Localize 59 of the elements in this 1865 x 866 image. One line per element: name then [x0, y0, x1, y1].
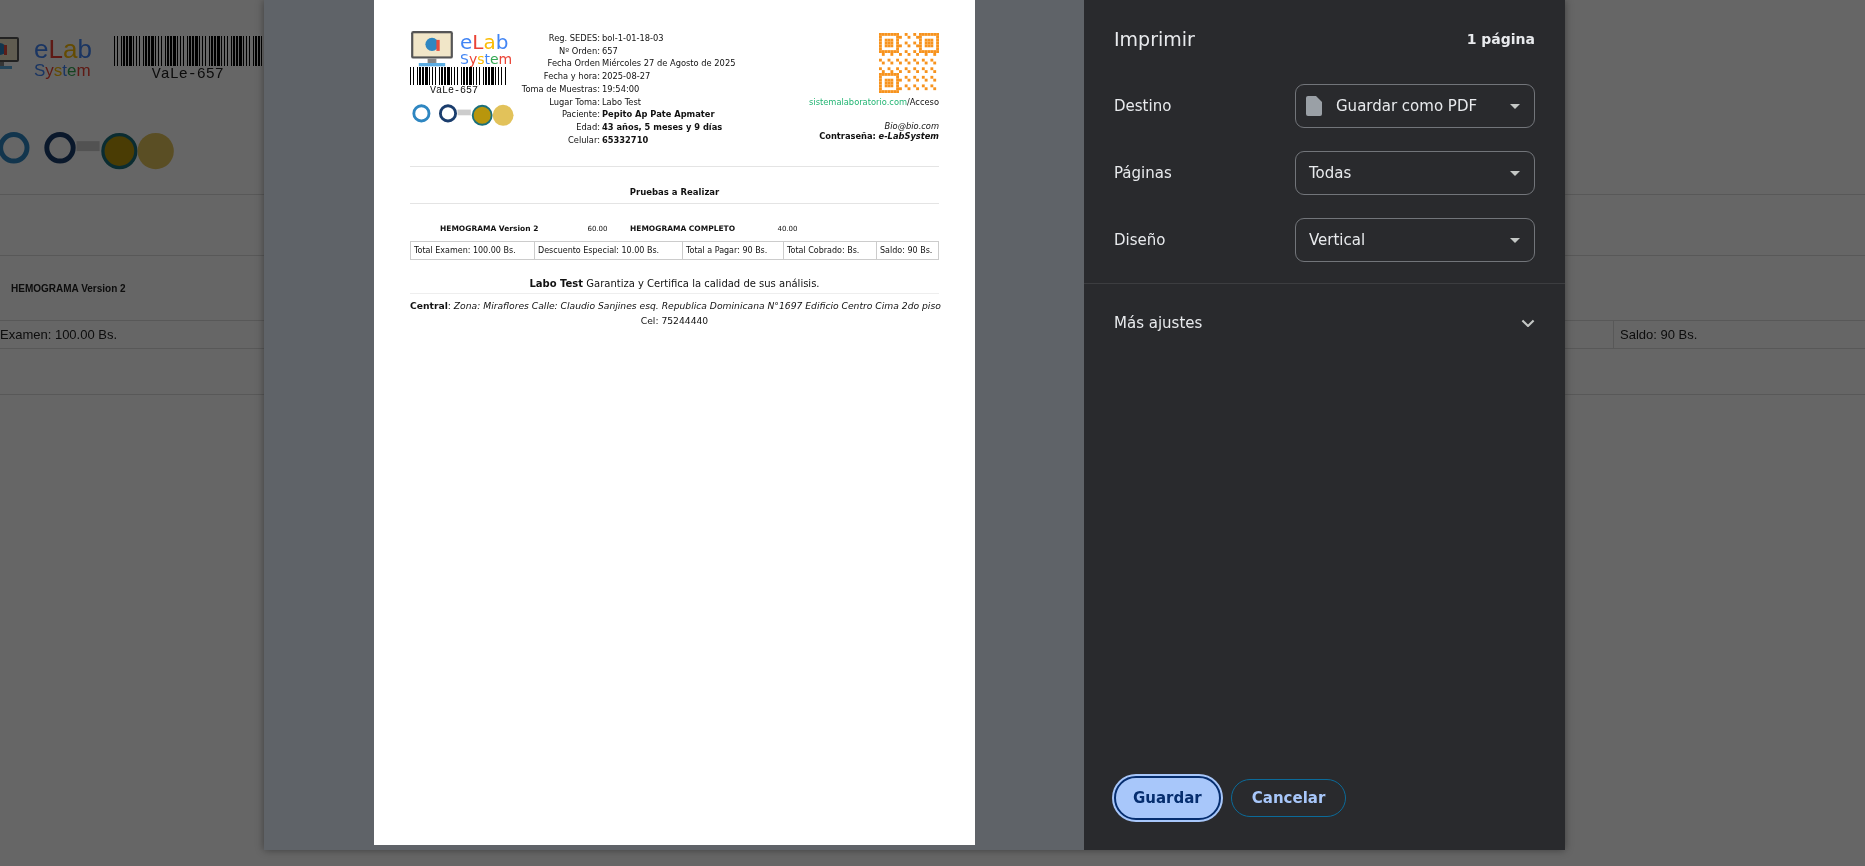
dropdown-caret-icon: [1510, 170, 1520, 176]
field-label: Fecha y hora:: [542, 70, 600, 83]
logo-text: eLab: [460, 31, 510, 52]
more-settings-toggle[interactable]: Más ajustes: [1114, 314, 1535, 332]
page-count: 1 página: [1466, 31, 1535, 47]
barcode-icon: [113, 36, 262, 66]
total-cell: Descuento Especial: 10.00 Bs.: [534, 242, 682, 260]
field-label: Celular:: [567, 133, 600, 147]
field-value: 19:54:00: [602, 82, 641, 96]
setting-dropdown[interactable]: Guardar como PDF: [1295, 84, 1535, 128]
section-title: Pruebas a Realizar: [410, 167, 939, 205]
dropdown-caret-icon: [1510, 103, 1520, 109]
file-icon: [1306, 96, 1322, 116]
total-cell: Total Cobrado: Bs.: [783, 242, 876, 260]
field-value: Pepito Ap Pate Apmater: [602, 108, 716, 121]
field-value: 65332710: [602, 133, 650, 147]
field-value: 2025-08-27: [602, 70, 652, 83]
field-label: Paciente:: [560, 108, 600, 121]
logo-text: System: [460, 51, 513, 66]
barcode-label: VaLe-657: [151, 66, 224, 83]
setting-dropdown[interactable]: Vertical: [1295, 218, 1535, 262]
chevron-icon: [1521, 318, 1535, 328]
address-text: Central: Zona: Miraflores Calle: Claudio Sanjines esq. Republica Dominicana N°1697 Edificio Centro Cima 2do piso: [410, 300, 939, 312]
guarantee-text: Labo Test Garantiza y Certifica la calidad de sus análisis.: [410, 278, 939, 295]
setting-dropdown[interactable]: Todas: [1295, 151, 1535, 195]
balance-text: Saldo: 90 Bs.: [1613, 321, 1865, 348]
email-text: Bio@bio.com: [884, 121, 939, 131]
field-label: Fecha Orden: [546, 57, 600, 71]
dropdown-caret-icon: [1510, 237, 1520, 243]
field-value: 657: [602, 44, 619, 58]
dialog-title: Imprimir: [1114, 28, 1195, 50]
field-value: 43 años, 5 meses y 9 días: [602, 120, 724, 134]
password-label: Contraseña:: [819, 131, 876, 141]
logo-text: System: [34, 62, 92, 79]
setting-label: Páginas: [1114, 164, 1172, 182]
test-name: HEMOGRAMA Version 2: [10, 282, 126, 294]
save-button[interactable]: Guardar: [1114, 776, 1221, 820]
field-label: Nº Orden:: [558, 44, 600, 58]
barcode-label: VaLe-657: [430, 85, 478, 97]
qr-code-icon: [879, 33, 939, 93]
setting-label: Destino: [1114, 97, 1172, 115]
monitor-logo-icon: [410, 30, 454, 68]
phone-text: Cel: 75244440: [639, 315, 710, 327]
total-exam-text: Examen: 100.00 Bs.: [0, 327, 118, 342]
barcode-icon: [410, 67, 506, 86]
total-cell: Saldo: 90 Bs.: [876, 242, 938, 260]
field-value: Labo Test: [602, 95, 643, 109]
password-text: e-LabSystem: [878, 131, 939, 141]
total-cell: Total a Pagar: 90 Bs.: [682, 242, 783, 260]
field-value: Miércoles 27 de Agosto de 2025: [602, 57, 736, 71]
field-label: Edad:: [575, 120, 600, 134]
field-value: bol-1-01-18-03: [602, 32, 665, 45]
site-path: /Acceso: [907, 97, 939, 107]
setting-label: Diseño: [1114, 231, 1166, 249]
field-label: Reg. SEDES:: [547, 32, 600, 45]
logo-text: eLab: [34, 36, 92, 62]
field-label: Lugar Toma:: [548, 95, 600, 109]
field-label: Toma de Muestras:: [520, 82, 600, 96]
total-cell-text: Total Examen: 100.00 Bs.: [413, 245, 517, 258]
